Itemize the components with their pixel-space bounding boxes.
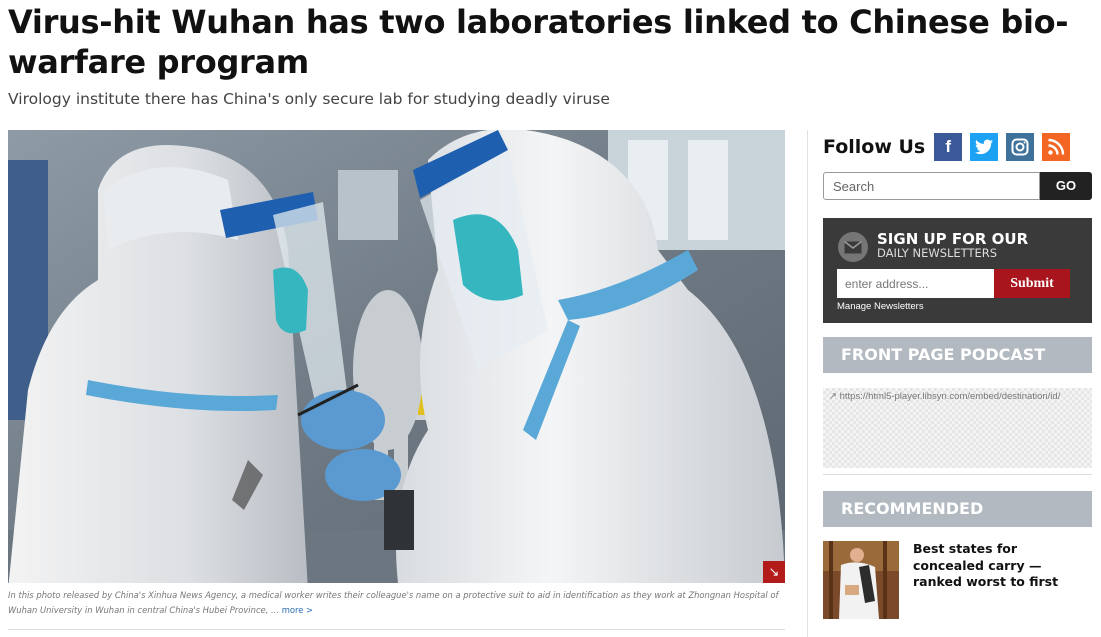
follow-us-bar: Follow Us f [823,133,1078,161]
recommended-thumbnail-image [823,541,899,619]
article-subhead: Virology institute there has China's onl… [8,90,610,108]
rss-icon[interactable] [1042,133,1071,161]
caption-divider [8,629,785,630]
facebook-icon[interactable]: f [934,133,963,161]
sidebar-divider [807,130,808,637]
rss-feed-icon [1048,138,1065,155]
photo-caption: In this photo released by China's Xinhua… [8,588,785,618]
newsletter-subtitle: DAILY NEWSLETTERS [877,246,998,260]
newsletter-signup: SIGN UP FOR OUR DAILY NEWSLETTERS Submit… [823,218,1092,323]
envelope-glyph [844,240,862,253]
newsletter-email-field[interactable] [837,269,994,298]
instagram-camera-icon [1011,138,1029,156]
article-hero-photo[interactable]: ↘ [8,130,785,583]
podcast-embed-url: https://html5-player.libsyn.com/embed/de… [839,391,1061,402]
follow-us-title: Follow Us [823,136,926,158]
search-bar: GO [823,172,1092,200]
podcast-section-header: FRONT PAGE PODCAST [823,337,1092,373]
expand-photo-icon[interactable]: ↘ [763,561,785,583]
twitter-bird-icon [975,139,994,155]
twitter-icon[interactable] [970,133,999,161]
manage-newsletters-link[interactable]: Manage Newsletters [837,301,924,312]
envelope-icon [838,232,868,262]
recommended-item-thumbnail[interactable] [823,541,899,619]
hero-photo-illustration [8,130,785,583]
external-link-icon: ↗ [829,391,837,402]
podcast-embed-frame[interactable]: ↗ https://html5-player.libsyn.com/embed/… [823,388,1092,468]
caption-more-link[interactable]: more > [282,605,313,615]
caption-text: In this photo released by China's Xinhua… [8,590,779,615]
podcast-divider [823,474,1092,475]
search-input[interactable] [823,172,1040,200]
facebook-glyph: f [945,137,952,156]
article-headline: Virus-hit Wuhan has two laboratories lin… [8,3,1069,81]
newsletter-submit-button[interactable]: Submit [994,269,1070,298]
recommended-item-title[interactable]: Best states for concealed carry — ranked… [913,541,1092,591]
podcast-embed-link[interactable]: ↗ https://html5-player.libsyn.com/embed/… [829,391,1060,402]
search-go-button[interactable]: GO [1040,172,1092,200]
instagram-icon[interactable] [1006,133,1035,161]
recommended-section-header: RECOMMENDED [823,491,1092,527]
